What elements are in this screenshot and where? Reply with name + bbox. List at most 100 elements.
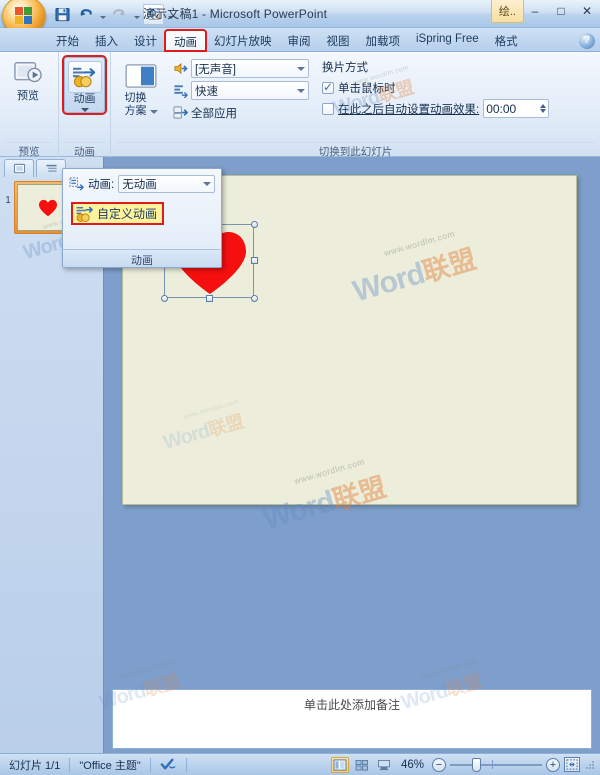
transition-scheme-icon [124, 60, 158, 92]
notes-pane[interactable]: 单击此处添加备注 [112, 689, 592, 749]
transition-sound-dropdown-icon[interactable] [297, 66, 305, 71]
zoom-slider[interactable] [450, 757, 542, 772]
contextual-tab-label[interactable]: 绘.. [490, 0, 524, 23]
animation-dropdown-value: 无动画 [122, 179, 157, 191]
notes-placeholder: 单击此处添加备注 [303, 698, 400, 712]
slide-counter: 幻灯片 1/1 [9, 759, 61, 772]
transition-speed-value: 快速 [195, 85, 218, 98]
zoom-out-button[interactable]: − [432, 757, 446, 772]
zoom-slider-rail [450, 763, 542, 766]
thumbnail-number: 1 [5, 195, 11, 206]
powerpoint-window: 演示文稿1 - Microsoft PowerPoint 绘.. – □ ✕ 开… [0, 0, 600, 775]
resize-handle-s[interactable] [206, 295, 213, 302]
resize-handle-ne[interactable] [251, 221, 258, 228]
resize-handle-sw[interactable] [161, 295, 168, 302]
outline-tab-icon [45, 164, 57, 172]
resize-handle-e[interactable] [251, 257, 258, 264]
spinner-arrows[interactable] [540, 104, 547, 113]
ribbon-tab-strip[interactable]: 开始 插入 设计 动画 幻灯片放映 审阅 视图 加载项 iSpring Free… [0, 28, 600, 52]
transition-options: [无声音] 快速 全部应用 [166, 57, 312, 122]
slide-sorter-view-button[interactable] [353, 757, 371, 773]
animation-icon [67, 61, 102, 93]
transition-sound-combo[interactable]: [无声音] [191, 59, 309, 78]
animation-dropdown-combo[interactable]: 无动画 [118, 175, 215, 193]
close-button[interactable]: ✕ [578, 2, 596, 20]
preview-button[interactable]: 预览 [5, 55, 51, 102]
zoom-in-button[interactable]: + [546, 757, 560, 772]
custom-animation-icon [76, 206, 93, 222]
custom-animation-label: 自定义动画 [97, 207, 158, 221]
animation-dropdown-row[interactable]: 动画: 无动画 [63, 169, 221, 193]
title-bar: 演示文稿1 - Microsoft PowerPoint 绘.. – □ ✕ [0, 0, 600, 36]
normal-view-button[interactable] [330, 756, 349, 773]
ribbon-group-transition-label: 切换到此幻灯片 [116, 142, 595, 158]
transition-scheme-label-line2: 方案 [124, 105, 147, 117]
apply-to-all-button[interactable]: 全部应用 [170, 103, 312, 122]
tab-format[interactable]: 格式 [487, 30, 526, 51]
preview-button-label: 预览 [17, 90, 39, 102]
theme-name[interactable]: "Office 主题" [70, 754, 149, 775]
tab-view[interactable]: 视图 [319, 30, 358, 51]
transition-speed-dropdown-icon[interactable] [297, 88, 305, 93]
ribbon-group-preview: 预览 预览 [0, 52, 58, 158]
help-icon[interactable]: ? [579, 33, 595, 49]
transition-speed-icon [174, 85, 188, 98]
advance-on-click-row[interactable]: 单击鼠标时 [322, 80, 549, 96]
advance-on-click-checkbox[interactable] [322, 80, 334, 94]
transition-speed-combo[interactable]: 快速 [191, 81, 309, 100]
apply-to-all-label: 全部应用 [191, 107, 237, 120]
resize-handle-se[interactable] [251, 295, 258, 302]
transition-sound-row[interactable]: [无声音] [170, 59, 312, 78]
animate-button-label: 动画 [73, 93, 96, 105]
apply-to-all-icon [173, 106, 188, 119]
tab-slideshow[interactable]: 幻灯片放映 [206, 30, 280, 51]
transition-scheme-button[interactable]: 切换 方案 [116, 57, 166, 118]
ribbon-group-preview-label: 预览 [5, 142, 53, 158]
advance-on-click-label: 单击鼠标时 [338, 83, 396, 95]
animation-dropdown-label: 动画: [88, 179, 115, 191]
advance-auto-time-spinner[interactable]: 00:00 [483, 99, 550, 118]
animate-list-icon [69, 177, 84, 191]
zoom-level[interactable]: 46% [397, 759, 428, 771]
heart-shape-icon [39, 199, 57, 216]
animate-button[interactable]: 动画 [62, 55, 107, 115]
slides-tab[interactable] [4, 159, 34, 177]
maximize-button[interactable]: □ [552, 2, 570, 20]
spellcheck-icon[interactable] [151, 754, 186, 775]
transition-speed-row[interactable]: 快速 [170, 81, 312, 100]
transition-sound-value: [无声音] [195, 63, 236, 76]
tab-insert[interactable]: 插入 [87, 30, 126, 51]
tab-home[interactable]: 开始 [48, 30, 87, 51]
tab-review[interactable]: 审阅 [280, 30, 319, 51]
transition-scheme-dropdown-icon[interactable] [149, 110, 158, 114]
transition-scheme-label-line1: 切换 [124, 92, 147, 104]
tab-addins[interactable]: 加载项 [358, 30, 409, 51]
slide-show-view-button[interactable] [375, 757, 393, 773]
advance-slide-section: 换片方式 单击鼠标时 在此之后自动设置动画效果: 00:00 [312, 57, 550, 121]
advance-slide-title: 换片方式 [322, 62, 368, 74]
status-bar: 幻灯片 1/1 "Office 主题" 46% − + [0, 753, 600, 775]
custom-animation-button[interactable]: 自定义动画 [71, 202, 165, 225]
ribbon-group-transition: 切换 方案 [无声音] 快速 全部应用 换片方式 ✓ 单击鼠标时 在此之后自动设… [110, 52, 600, 158]
advance-auto-time-value: 00:00 [486, 101, 517, 116]
tab-ispring-free[interactable]: iSpring Free [408, 30, 487, 51]
advance-auto-row[interactable]: 在此之后自动设置动画效果: 00:00 [322, 99, 550, 118]
advance-auto-checkbox[interactable] [322, 102, 334, 115]
status-separator [185, 757, 187, 772]
zoom-slider-thumb[interactable] [472, 757, 482, 772]
fit-slide-to-window-icon[interactable] [564, 757, 580, 772]
slides-tab-icon [13, 163, 25, 173]
window-controls[interactable]: – □ ✕ [526, 2, 596, 20]
tab-animations[interactable]: 动画 [164, 29, 207, 52]
advance-auto-label: 在此之后自动设置动画效果: [338, 103, 480, 116]
animation-popup-footer-label: 动画 [63, 249, 221, 267]
transition-sound-icon [174, 62, 188, 75]
animation-gallery-popup[interactable]: 动画: 无动画 自定义动画 动画 [62, 168, 222, 268]
chevron-down-icon[interactable] [80, 108, 89, 112]
minimize-button[interactable]: – [526, 2, 544, 20]
animation-dropdown-chevron-icon[interactable] [203, 182, 211, 186]
tab-design[interactable]: 设计 [126, 30, 165, 51]
ribbon-group-animate: 动画 动画 [58, 52, 110, 158]
zoom-slider-tick [492, 759, 494, 769]
resize-grip-icon[interactable] [584, 759, 596, 771]
